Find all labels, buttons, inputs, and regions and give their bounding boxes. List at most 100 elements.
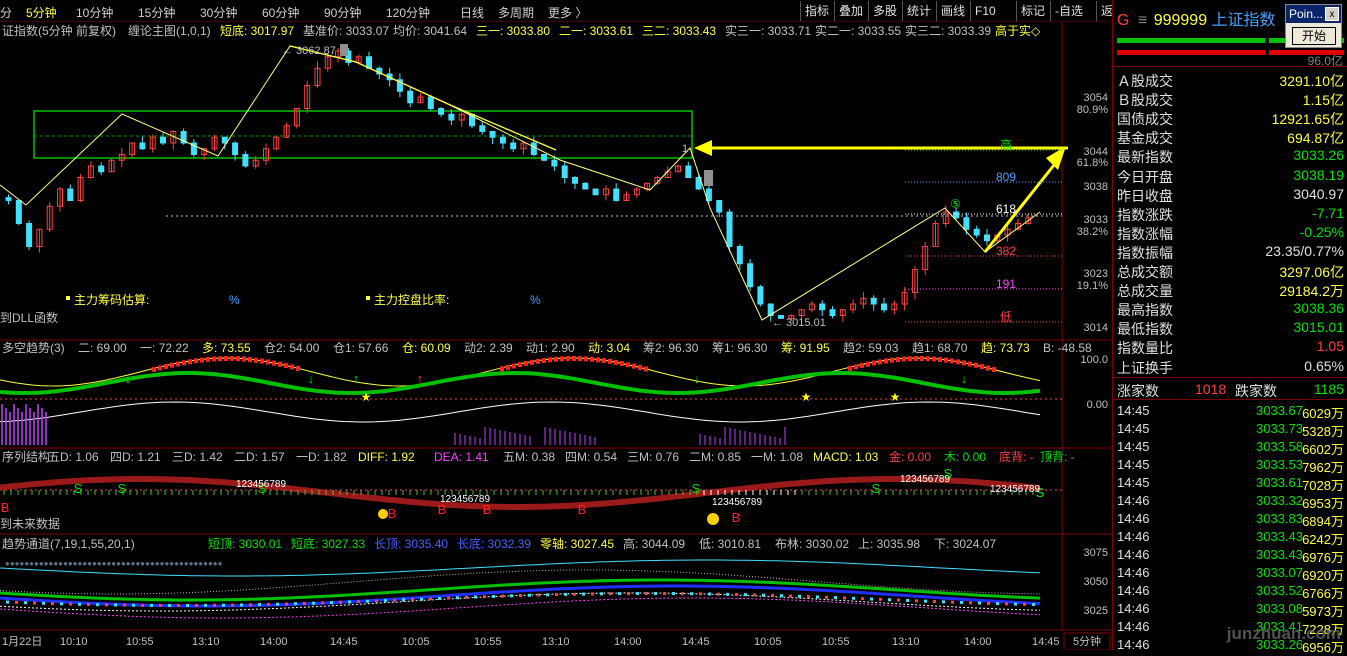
trend-red-bar [530,359,534,365]
chan-candle [420,597,423,601]
trend-red-bar [890,357,894,363]
chan-candle [555,593,558,597]
quote-value: -7.71 [1312,204,1344,221]
tick-row: 14:46 3033.83 6894万 [1113,511,1347,529]
toolbar-button-0[interactable]: 指标 [800,1,833,21]
time-axis-label-3: 13:10 [192,636,220,648]
trend-arrow-0: ↓ [125,371,132,386]
chan-candle [591,592,594,596]
trend-header-value-11: 筹: 91.95 [781,341,830,355]
trend-red-bar [158,365,162,371]
period-tab-6[interactable]: 90分钟 [324,4,361,21]
period-tab-9[interactable]: 多周期 [498,4,534,21]
seq-s-3: S [692,481,701,496]
candle-body [736,246,743,265]
chan-candle [798,594,801,598]
seq-nums-1: 123456789 [440,494,490,505]
tick-time: 14:46 [1117,565,1150,580]
trend-red-bar [548,357,552,363]
chan-candle [312,601,315,605]
period-tab-10[interactable]: 更多 〉 [548,4,587,21]
pivot-label-2: 1 [682,143,688,155]
trend-header-value-15: B: -48.58 [1043,341,1092,355]
chan-candle [186,603,189,607]
chan-candle [717,592,720,596]
toolbar-button-2[interactable]: 多股 [868,1,901,21]
chan-candle [852,596,855,600]
trend-red-bar [932,356,936,362]
trend-red-bar [218,356,222,362]
period-tab-7[interactable]: 120分钟 [386,4,430,21]
trend-header-value-9: 筹2: 96.30 [643,341,699,355]
down-label: 跌家数 [1235,383,1277,399]
time-axis-label-10: 14:45 [682,636,710,648]
trend-header-value-8: 动: 3.04 [588,341,630,355]
period-tab-4[interactable]: 30分钟 [200,4,237,21]
candle-body [747,263,754,288]
period-tab-0[interactable]: 分 [0,4,12,21]
time-axis-label-9: 14:00 [614,636,642,648]
close-icon[interactable]: x [1325,7,1339,21]
candle-body [881,303,887,311]
tick-time: 14:45 [1117,457,1150,472]
trend-red-bar [212,356,216,362]
trend-red-bar [902,356,906,362]
period-tab-1[interactable]: 5分钟 [26,4,57,21]
start-button[interactable]: 开始 [1292,27,1336,45]
trend-header-value-12: 趋2: 59.03 [843,341,899,355]
trend-red-bar [518,362,522,368]
trend-header-value-6: 动2: 2.39 [464,341,513,355]
candle-body [242,154,249,167]
chan-candle [834,596,837,600]
chan-candle [564,592,567,596]
chan-candle [114,603,117,607]
period-tab-2[interactable]: 10分钟 [76,4,113,21]
chan-candle [150,603,153,607]
chan-header-value-0: 短顶: 3030.01 [208,537,282,551]
chart-area[interactable]: 证指数(5分钟 前复权) 缠论主图(1,0,1) 短底: 3017.97 基准价: 3… [0,22,1112,650]
time-axis-label-12: 10:55 [822,636,850,648]
candle-body [984,234,990,242]
trend-red-bar [236,356,240,362]
buy-bar [1117,38,1265,43]
chan-candle [105,603,108,607]
price-axis-label-9: 3014 [1084,322,1108,334]
quote-row: 指数振幅 23.35/0.77% [1117,243,1344,262]
period-tab-5[interactable]: 60分钟 [262,4,299,21]
seq-header-value-10: 二M: 0.85 [689,450,741,464]
chan-candle [303,601,306,605]
toolbar-button-6[interactable]: 标记 [1016,1,1049,21]
period-tab-8[interactable]: 日线 [460,4,484,21]
chan-candle [870,597,873,601]
period-tab-3[interactable]: 15分钟 [138,4,175,21]
seq-s-0: S [74,481,83,496]
chan-candle [96,603,99,607]
toolbar-button-1[interactable]: 叠加 [834,1,867,21]
tick-volume: 5973万 [1302,604,1344,619]
quote-value: 3033.26 [1293,147,1344,164]
candle-body [551,159,558,167]
tick-row: 14:46 3033.43 6976万 [1113,547,1347,565]
toolbar-button-5[interactable]: F10 [970,1,1000,21]
time-axis-label-11: 10:05 [754,636,782,648]
candle-body [757,286,764,305]
chan-candle [177,603,180,607]
chan-candle [384,599,387,603]
time-axis-label-5: 14:45 [330,636,358,648]
toolbar-button-4[interactable]: 画线 [936,1,969,21]
menu-icon[interactable]: ≡ [1138,12,1147,29]
seq-header-value-7: 五M: 0.38 [503,450,555,464]
quote-label: 国债成交 [1117,111,1173,128]
quote-row: 国债成交 12921.65亿 [1117,109,1344,128]
candle-body [829,309,836,316]
candle-body [26,223,33,247]
fib-label-3: 382 [996,244,1016,258]
candle-body [479,125,486,132]
quote-label: 指数涨跌 [1117,206,1173,223]
candle-body [427,96,434,109]
toolbar-button-3[interactable]: 统计 [902,1,935,21]
toolbar-button-7[interactable]: -自选 [1050,1,1087,21]
trend-arrow-3: ↑ [417,371,424,386]
trend-red-bar [638,364,642,370]
coin-icon [378,509,388,519]
